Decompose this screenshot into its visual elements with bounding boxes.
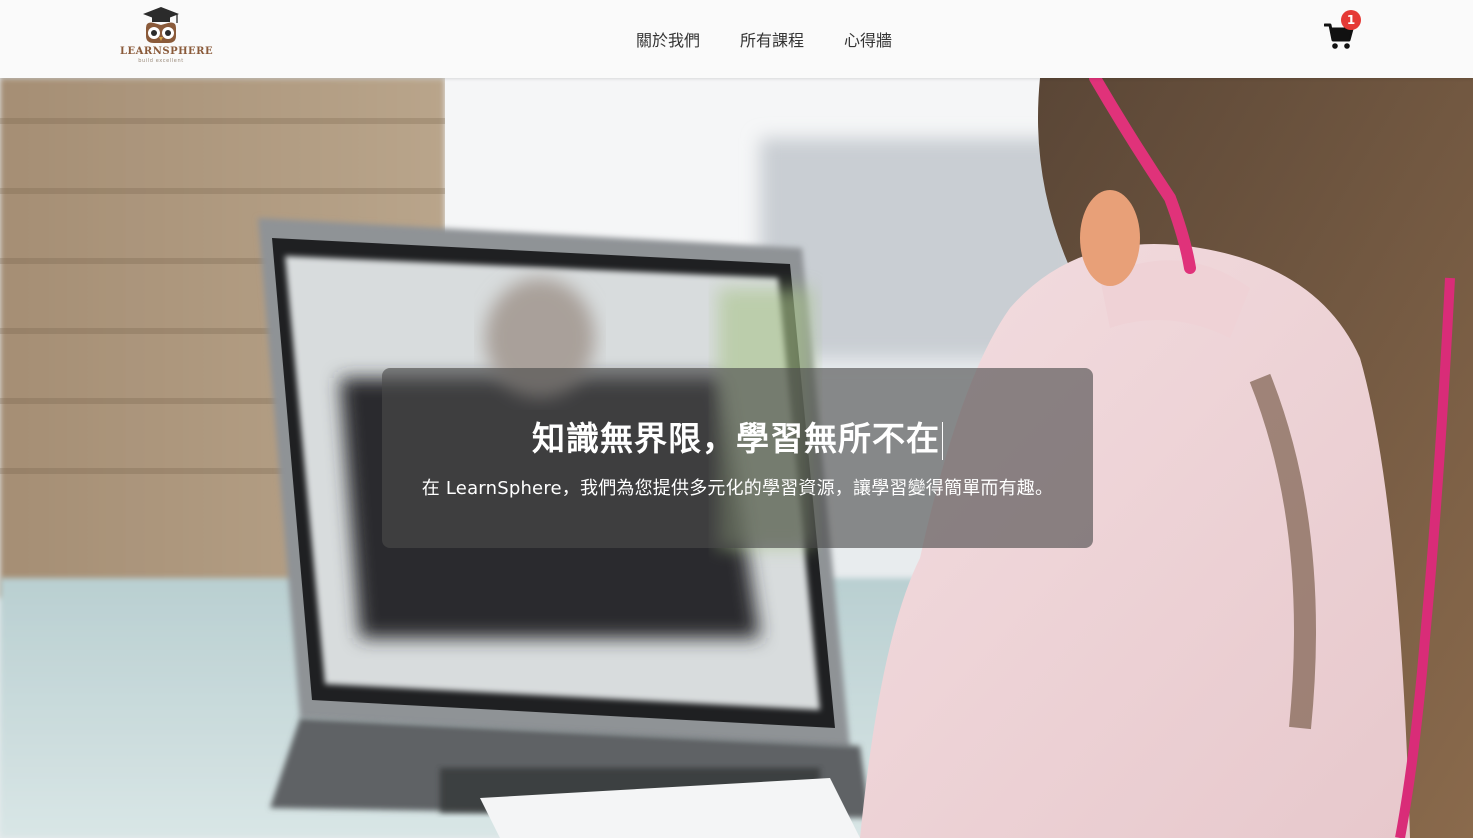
nav-link-about[interactable]: 關於我們: [636, 27, 700, 51]
owl-graduation-logo-icon: [143, 7, 179, 43]
nav-link-testimonials[interactable]: 心得牆: [844, 27, 892, 51]
brand-tagline: build excellent: [138, 58, 184, 64]
hero-title: 知識無界限，學習無所不在: [382, 412, 1093, 460]
brand-logo[interactable]: LEARNSPHERE build excellent: [120, 6, 214, 68]
hero-caption-panel: 知識無界限，學習無所不在 在 LearnSphere，我們為您提供多元化的學習資…: [382, 368, 1093, 548]
brand-name: LEARNSPHERE: [120, 46, 214, 57]
main-nav: 關於我們 所有課程 心得牆: [636, 27, 892, 51]
typing-caret: [942, 421, 943, 460]
top-navbar: LEARNSPHERE build excellent 關於我們 所有課程 心得…: [0, 0, 1473, 78]
hero-title-text: 知識無界限，學習無所不在: [532, 419, 940, 458]
cart-count-badge: 1: [1341, 10, 1361, 30]
nav-link-courses[interactable]: 所有課程: [740, 27, 804, 51]
hero-subtitle: 在 LearnSphere，我們為您提供多元化的學習資源，讓學習變得簡單而有趣。: [421, 478, 1054, 499]
hero-section: 知識無界限，學習無所不在 在 LearnSphere，我們為您提供多元化的學習資…: [0, 78, 1473, 838]
